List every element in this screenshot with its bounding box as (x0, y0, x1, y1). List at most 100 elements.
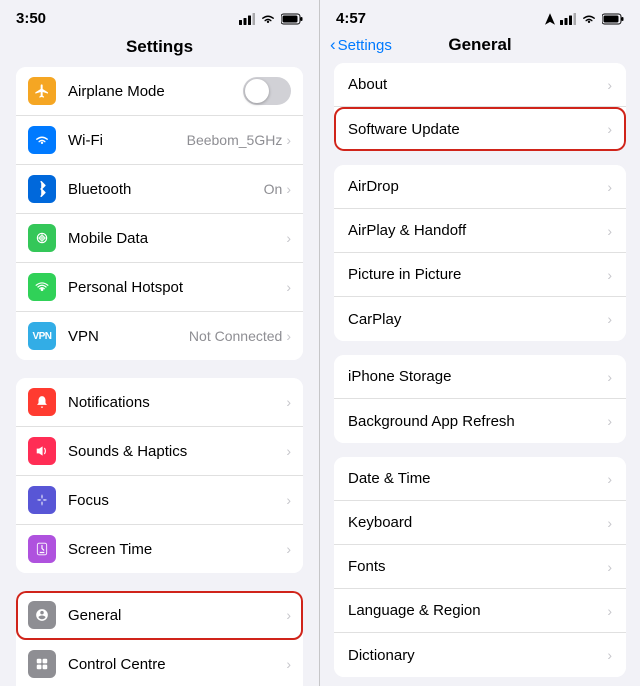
row-keyboard[interactable]: Keyboard › (334, 501, 626, 545)
vpn-icon: VPN (28, 322, 56, 350)
controlcentre-svg (35, 657, 49, 671)
row-iphonestorage[interactable]: iPhone Storage › (334, 355, 626, 399)
screentime-svg (35, 542, 49, 556)
row-focus[interactable]: Focus › (16, 476, 303, 525)
carplay-label: CarPlay (348, 311, 607, 328)
mobiledata-label: Mobile Data (68, 230, 286, 247)
sounds-svg (35, 444, 49, 458)
back-chevron-icon: ‹ (330, 35, 336, 55)
row-airplay[interactable]: AirPlay & Handoff › (334, 209, 626, 253)
wifi-chevron: › (286, 132, 291, 148)
sounds-icon (28, 437, 56, 465)
wifi-row-svg (34, 134, 50, 146)
row-pictureinpicture[interactable]: Picture in Picture › (334, 253, 626, 297)
group-system: General › Control Centre › AA Display & (16, 591, 303, 686)
wifi-label: Wi-Fi (68, 132, 187, 149)
screentime-icon (28, 535, 56, 563)
time-left: 3:50 (16, 10, 46, 27)
hotspot-label: Personal Hotspot (68, 279, 286, 296)
battery-icon (281, 13, 303, 25)
section-storage: iPhone Storage › Background App Refresh … (334, 355, 626, 443)
section-info: About › Software Update › (334, 63, 626, 151)
row-controlcentre[interactable]: Control Centre › (16, 640, 303, 686)
row-wifi[interactable]: Wi-Fi Beebom_5GHz › (16, 116, 303, 165)
section-connections: AirDrop › AirPlay & Handoff › Picture in… (334, 165, 626, 341)
airdrop-chevron: › (607, 179, 612, 195)
group-connectivity: Airplane Mode Wi-Fi Beebom_5GHz › (16, 67, 303, 360)
airplane-toggle[interactable] (243, 77, 291, 105)
wifi-value: Beebom_5GHz (187, 132, 283, 148)
backgroundapprefresh-label: Background App Refresh (348, 413, 607, 430)
left-screen-title: Settings (0, 31, 319, 67)
row-general[interactable]: General › (16, 591, 303, 640)
row-bluetooth[interactable]: Bluetooth On › (16, 165, 303, 214)
screentime-chevron: › (286, 541, 291, 557)
row-mobiledata[interactable]: Mobile Data › (16, 214, 303, 263)
status-icons-left (239, 13, 303, 25)
row-airplane[interactable]: Airplane Mode (16, 67, 303, 116)
hotspot-icon (28, 273, 56, 301)
row-vpn[interactable]: VPN VPN Not Connected › (16, 312, 303, 360)
datetime-label: Date & Time (348, 470, 607, 487)
row-softwareupdate[interactable]: Software Update › (334, 107, 626, 151)
row-screentime[interactable]: Screen Time › (16, 525, 303, 573)
mobiledata-svg (35, 231, 49, 245)
right-list: About › Software Update › AirDrop › AirP… (320, 63, 640, 686)
airplane-svg (34, 83, 50, 99)
bluetooth-svg (36, 181, 48, 197)
general-label: General (68, 607, 286, 624)
signal-icon (239, 13, 255, 25)
focus-label: Focus (68, 492, 286, 509)
status-bar-left: 3:50 (0, 0, 319, 31)
status-icons-right (545, 13, 624, 25)
row-fonts[interactable]: Fonts › (334, 545, 626, 589)
row-carplay[interactable]: CarPlay › (334, 297, 626, 341)
bluetooth-chevron: › (286, 181, 291, 197)
sounds-chevron: › (286, 443, 291, 459)
iphonestorage-label: iPhone Storage (348, 368, 607, 385)
settings-list: Airplane Mode Wi-Fi Beebom_5GHz › (0, 67, 319, 686)
row-backgroundapprefresh[interactable]: Background App Refresh › (334, 399, 626, 443)
row-dictionary[interactable]: Dictionary › (334, 633, 626, 677)
bluetooth-icon (28, 175, 56, 203)
group-notifications: Notifications › Sounds & Haptics › (16, 378, 303, 573)
about-chevron: › (607, 77, 612, 93)
controlcentre-label: Control Centre (68, 656, 286, 673)
focus-svg (35, 493, 49, 507)
general-svg (35, 608, 49, 622)
controlcentre-chevron: › (286, 656, 291, 672)
battery-icon-right (602, 13, 624, 25)
general-icon (28, 601, 56, 629)
controlcentre-icon (28, 650, 56, 678)
row-airdrop[interactable]: AirDrop › (334, 165, 626, 209)
bluetooth-value: On (264, 181, 283, 197)
vpn-label: VPN (68, 328, 189, 345)
hotspot-svg (35, 280, 49, 294)
languageregion-label: Language & Region (348, 602, 607, 619)
airplay-chevron: › (607, 223, 612, 239)
location-icon (545, 13, 555, 25)
carplay-chevron: › (607, 311, 612, 327)
row-notifications[interactable]: Notifications › (16, 378, 303, 427)
row-datetime[interactable]: Date & Time › (334, 457, 626, 501)
dictionary-label: Dictionary (348, 647, 607, 664)
row-hotspot[interactable]: Personal Hotspot › (16, 263, 303, 312)
focus-icon (28, 486, 56, 514)
row-about[interactable]: About › (334, 63, 626, 107)
right-nav: ‹ Settings General (320, 31, 640, 63)
pip-label: Picture in Picture (348, 266, 607, 283)
right-screen-title: General (448, 35, 511, 55)
mobiledata-chevron: › (286, 230, 291, 246)
row-languageregion[interactable]: Language & Region › (334, 589, 626, 633)
back-button[interactable]: ‹ Settings (330, 35, 392, 55)
dictionary-chevron: › (607, 647, 612, 663)
hotspot-chevron: › (286, 279, 291, 295)
keyboard-chevron: › (607, 515, 612, 531)
notifications-icon (28, 388, 56, 416)
row-sounds[interactable]: Sounds & Haptics › (16, 427, 303, 476)
softwareupdate-label: Software Update (348, 121, 607, 138)
iphonestorage-chevron: › (607, 369, 612, 385)
sounds-label: Sounds & Haptics (68, 443, 286, 460)
mobiledata-icon (28, 224, 56, 252)
airdrop-label: AirDrop (348, 178, 607, 195)
